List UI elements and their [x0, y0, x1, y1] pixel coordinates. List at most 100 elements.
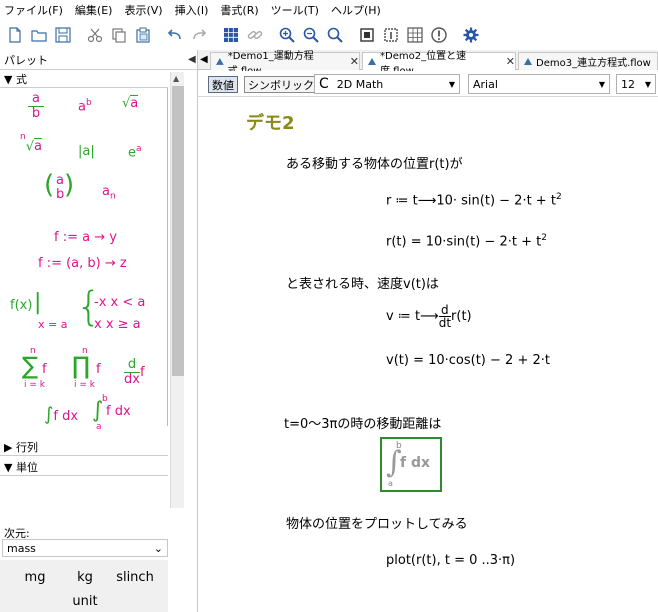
math-mode-icon: C	[319, 76, 329, 92]
toolbar	[0, 20, 658, 50]
dropdown-arrow-icon: ▼	[598, 79, 605, 89]
numeric-mode-button[interactable]: 数値	[208, 76, 238, 93]
menu-file[interactable]: ファイル(F)	[4, 2, 63, 18]
unit-unit-button[interactable]: unit	[60, 594, 110, 609]
math-define-r[interactable]: r ≔ t⟶10· sin(t) − 2·t + t2	[386, 192, 562, 208]
lambda-template[interactable]: f := a → y	[54, 230, 117, 245]
grid-icon	[224, 28, 238, 42]
collapse-palette-icon[interactable]: ◀	[188, 54, 196, 65]
copy-button[interactable]	[108, 24, 130, 46]
close-icon[interactable]: ✕	[506, 55, 515, 68]
zoom-fit-button[interactable]	[324, 24, 346, 46]
math-define-v[interactable]: v ≔ t⟶ d dt r(t)	[386, 304, 472, 329]
link-button[interactable]	[244, 24, 266, 46]
tab-demo2[interactable]: *Demo2_位置と速度.flow ✕	[362, 51, 516, 77]
menu-insert[interactable]: 挿入(I)	[175, 2, 209, 18]
menu-help[interactable]: ヘルプ(H)	[331, 2, 381, 18]
text-region-velocity[interactable]: と表される時、速度v(t)は	[286, 273, 439, 292]
sum-template[interactable]: n ∑ f i = k	[22, 346, 47, 390]
undo-button[interactable]	[164, 24, 186, 46]
math-eval-r[interactable]: r(t) = 10·sin(t) − 2·t + t2	[386, 233, 547, 249]
new-file-icon	[9, 27, 21, 43]
save-button[interactable]	[52, 24, 74, 46]
dropdown-arrow-icon: ▼	[448, 79, 455, 89]
alert-icon	[431, 27, 447, 43]
zoom-in-button[interactable]	[276, 24, 298, 46]
integral-input-region[interactable]: b ∫ f dx a	[380, 437, 442, 492]
close-icon[interactable]: ✕	[350, 55, 359, 68]
tabs-scroll-left-icon[interactable]: ◀	[200, 54, 208, 65]
text-region-distance[interactable]: t=0～3πの時の移動距離は	[284, 413, 441, 432]
calc-grid-button[interactable]	[404, 24, 426, 46]
integral-lower-bound[interactable]: a	[388, 479, 393, 488]
power-template[interactable]: ab	[78, 98, 92, 114]
nth-root-template[interactable]: n√a	[20, 132, 42, 155]
palette-scrollbar[interactable]: ▲	[170, 72, 184, 508]
zoom-in-icon	[279, 27, 295, 43]
insert-table-button[interactable]	[220, 24, 242, 46]
product-template[interactable]: n ∏ f i = k	[72, 346, 101, 390]
cut-button[interactable]	[84, 24, 106, 46]
unit-dimension-value: mass	[7, 541, 36, 555]
open-folder-button[interactable]	[28, 24, 50, 46]
menu-view[interactable]: 表示(V)	[124, 2, 162, 18]
integral-body[interactable]: f dx	[400, 455, 430, 471]
section-unit[interactable]: ▼ 単位	[0, 458, 168, 476]
region-button[interactable]	[356, 24, 378, 46]
flow-file-icon	[368, 57, 376, 65]
menu-edit[interactable]: 編集(E)	[75, 2, 113, 18]
text-region-plot[interactable]: 物体の位置をプロットしてみる	[286, 513, 468, 532]
math-mode-select[interactable]: C 2D Math ▼	[314, 74, 460, 94]
subscript-template[interactable]: an	[102, 184, 116, 202]
piecewise-template[interactable]: -x x < a x x ≥ a	[94, 292, 145, 336]
tab-demo3[interactable]: Demo3_連立方程式.flow	[518, 52, 658, 70]
text-region-intro[interactable]: ある移動する物体の位置r(t)が	[286, 153, 463, 172]
math-plot[interactable]: plot(r(t), t = 0 ..3·π)	[386, 553, 515, 568]
font-size-select[interactable]: 12 ▼	[616, 74, 656, 94]
scroll-up-icon[interactable]: ▲	[173, 74, 179, 83]
abs-template[interactable]: |a|	[78, 144, 95, 159]
region-icon	[360, 28, 374, 42]
font-select[interactable]: Arial ▼	[468, 74, 610, 94]
palette-scroll-thumb[interactable]	[172, 86, 184, 376]
evaluate-at-template[interactable]: f(x)	[10, 298, 32, 313]
chevron-down-icon: ⌄	[153, 541, 163, 555]
unit-dimension-select[interactable]: mass ⌄	[2, 539, 168, 557]
formula-palette: a b ab √a n√a |a| ea ( a b ) an f := a →…	[0, 88, 168, 432]
menu-format[interactable]: 書式(R)	[220, 2, 258, 18]
section-matrix[interactable]: ▶ 行列	[0, 438, 168, 456]
menu-tools[interactable]: ツール(T)	[271, 2, 319, 18]
link-icon	[247, 31, 263, 39]
settings-button[interactable]	[460, 24, 482, 46]
calc-grid-icon	[407, 27, 423, 43]
font-value: Arial	[473, 77, 498, 91]
fraction-template[interactable]: a b	[28, 92, 44, 121]
worksheet-title[interactable]: デモ2	[246, 109, 295, 135]
exp-template[interactable]: ea	[128, 144, 142, 160]
integral-template[interactable]: ∫f dx	[44, 404, 78, 425]
derivative-template[interactable]: d dx f	[124, 358, 145, 387]
zoom-out-button[interactable]	[300, 24, 322, 46]
text-region-button[interactable]	[380, 24, 402, 46]
redo-icon	[193, 29, 207, 40]
tab-demo1[interactable]: *Demo1_運動方程式.flow ✕	[210, 51, 360, 77]
vector-template[interactable]: ( a b )	[44, 170, 74, 202]
symbolic-mode-button[interactable]: シンボリック	[244, 76, 318, 93]
redo-button[interactable]	[188, 24, 210, 46]
document-tabs: ◀ *Demo1_運動方程式.flow ✕ *Demo2_位置と速度.flow …	[198, 50, 658, 77]
unit-mg-button[interactable]: mg	[10, 570, 60, 585]
paste-button[interactable]	[132, 24, 154, 46]
menubar: ファイル(F) 編集(E) 表示(V) 挿入(I) 書式(R) ツール(T) ヘ…	[0, 0, 658, 20]
section-formula[interactable]: ▼ 式	[0, 70, 168, 88]
math-eval-v[interactable]: v(t) = 10·cos(t) − 2 + 2·t	[386, 353, 550, 368]
zoom-out-icon	[303, 27, 319, 43]
new-file-button[interactable]	[4, 24, 26, 46]
unit-slinch-button[interactable]: slinch	[110, 570, 160, 585]
lambda2-template[interactable]: f := (a, b) → z	[38, 256, 127, 271]
worksheet[interactable]: デモ2 ある移動する物体の位置r(t)が r ≔ t⟶10· sin(t) − …	[198, 97, 658, 612]
unit-kg-button[interactable]: kg	[60, 570, 110, 585]
save-icon	[55, 27, 71, 43]
error-check-button[interactable]	[428, 24, 450, 46]
sqrt-template[interactable]: √a	[122, 95, 139, 111]
palette-panel: パレット ◀ ▼ 式 a b ab √a n√a |a| ea ( a b ) …	[0, 50, 198, 612]
